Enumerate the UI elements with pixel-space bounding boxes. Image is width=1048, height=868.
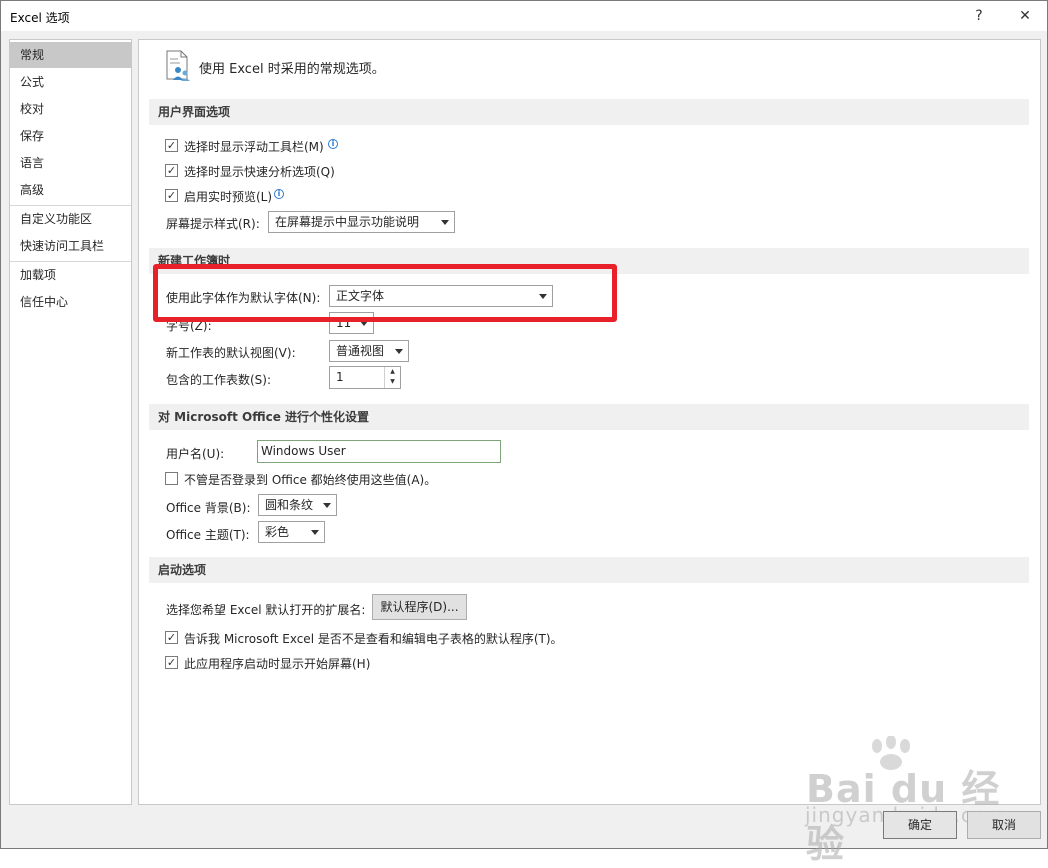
chevron-down-icon (311, 530, 319, 535)
chevron-down-icon (441, 220, 449, 225)
nav-item-quick-access-toolbar[interactable]: 快速访问工具栏 (10, 233, 131, 259)
office-background-label: Office 背景(B): (166, 501, 251, 515)
spinner-buttons[interactable]: ▲ ▼ (384, 367, 400, 388)
username-label: 用户名(U): (166, 447, 225, 461)
section-personalize: 对 Microsoft Office 进行个性化设置 (149, 404, 1029, 430)
nav-item-customize-ribbon[interactable]: 自定义功能区 (10, 206, 131, 232)
screentip-style-value: 在屏幕提示中显示功能说明 (275, 215, 420, 229)
cancel-button[interactable]: 取消 (967, 811, 1041, 839)
show-start-screen-label: 此应用程序启动时显示开始屏幕(H) (184, 657, 371, 671)
office-theme-label: Office 主题(T): (166, 528, 250, 542)
mini-toolbar-label: 选择时显示浮动工具栏(M) (184, 140, 324, 154)
show-start-screen-checkbox[interactable]: ✓ (165, 656, 178, 669)
nav-item-formulas[interactable]: 公式 (10, 69, 131, 95)
chevron-down-icon[interactable]: ▼ (385, 377, 400, 387)
office-background-select[interactable]: 圆和条纹 (258, 494, 337, 516)
live-preview-label: 启用实时预览(L) (184, 190, 273, 204)
help-button[interactable]: ? (967, 5, 991, 27)
category-nav: 常规 公式 校对 保存 语言 高级 自定义功能区 快速访问工具栏 加载项 信任中… (9, 39, 132, 805)
nav-item-general[interactable]: 常规 (10, 42, 131, 68)
nav-item-proofing[interactable]: 校对 (10, 96, 131, 122)
close-icon[interactable]: ✕ (1013, 5, 1037, 27)
default-programs-button[interactable]: 默认程序(D)... (372, 594, 467, 620)
info-icon: i (328, 139, 338, 149)
sheet-count-value: 1 (336, 370, 344, 384)
screentip-style-label: 屏幕提示样式(R): (166, 217, 260, 231)
quick-analysis-checkbox[interactable]: ✓ (165, 164, 178, 177)
title-bar: Excel 选项 ? ✕ (1, 1, 1047, 31)
ok-button[interactable]: 确定 (883, 811, 957, 839)
always-use-checkbox[interactable] (165, 472, 178, 485)
tell-me-label: 告诉我 Microsoft Excel 是否不是查看和编辑电子表格的默认程序(T… (184, 632, 563, 646)
office-theme-value: 彩色 (265, 525, 290, 539)
excel-options-dialog: Excel 选项 ? ✕ 常规 公式 校对 保存 语言 高级 自定义功能区 快速… (0, 0, 1048, 866)
always-use-label: 不管是否登录到 Office 都始终使用这些值(A)。 (184, 473, 437, 487)
info-icon: i (274, 189, 284, 199)
nav-item-trust-center[interactable]: 信任中心 (10, 289, 131, 315)
default-view-select[interactable]: 普通视图 (329, 340, 409, 362)
section-startup: 启动选项 (149, 557, 1029, 583)
nav-item-add-ins[interactable]: 加载项 (10, 262, 131, 288)
chevron-down-icon (395, 349, 403, 354)
default-view-label: 新工作表的默认视图(V): (166, 346, 296, 360)
window-title: Excel 选项 (10, 11, 70, 25)
section-ui-options: 用户界面选项 (149, 99, 1029, 125)
live-preview-checkbox[interactable]: ✓ (165, 189, 178, 202)
tell-me-checkbox[interactable]: ✓ (165, 631, 178, 644)
general-options-icon (164, 50, 192, 82)
sheet-count-spinner[interactable]: 1 ▲ ▼ (329, 366, 401, 389)
nav-item-language[interactable]: 语言 (10, 150, 131, 176)
default-view-value: 普通视图 (336, 344, 385, 358)
screentip-style-select[interactable]: 在屏幕提示中显示功能说明 (268, 211, 455, 233)
options-content: 使用 Excel 时采用的常规选项。 用户界面选项 ✓ 选择时显示浮动工具栏(M… (138, 39, 1041, 805)
nav-item-save[interactable]: 保存 (10, 123, 131, 149)
chevron-down-icon (323, 503, 331, 508)
chevron-up-icon[interactable]: ▲ (385, 367, 400, 377)
username-input[interactable]: Windows User (257, 440, 501, 463)
nav-item-advanced[interactable]: 高级 (10, 177, 131, 203)
page-intro: 使用 Excel 时采用的常规选项。 (199, 62, 385, 77)
highlight-annotation (153, 264, 617, 322)
default-extension-label: 选择您希望 Excel 默认打开的扩展名: (166, 603, 366, 617)
office-background-value: 圆和条纹 (265, 498, 314, 512)
sheet-count-label: 包含的工作表数(S): (166, 373, 272, 387)
mini-toolbar-checkbox[interactable]: ✓ (165, 139, 178, 152)
quick-analysis-label: 选择时显示快速分析选项(Q) (184, 165, 335, 179)
office-theme-select[interactable]: 彩色 (258, 521, 325, 543)
